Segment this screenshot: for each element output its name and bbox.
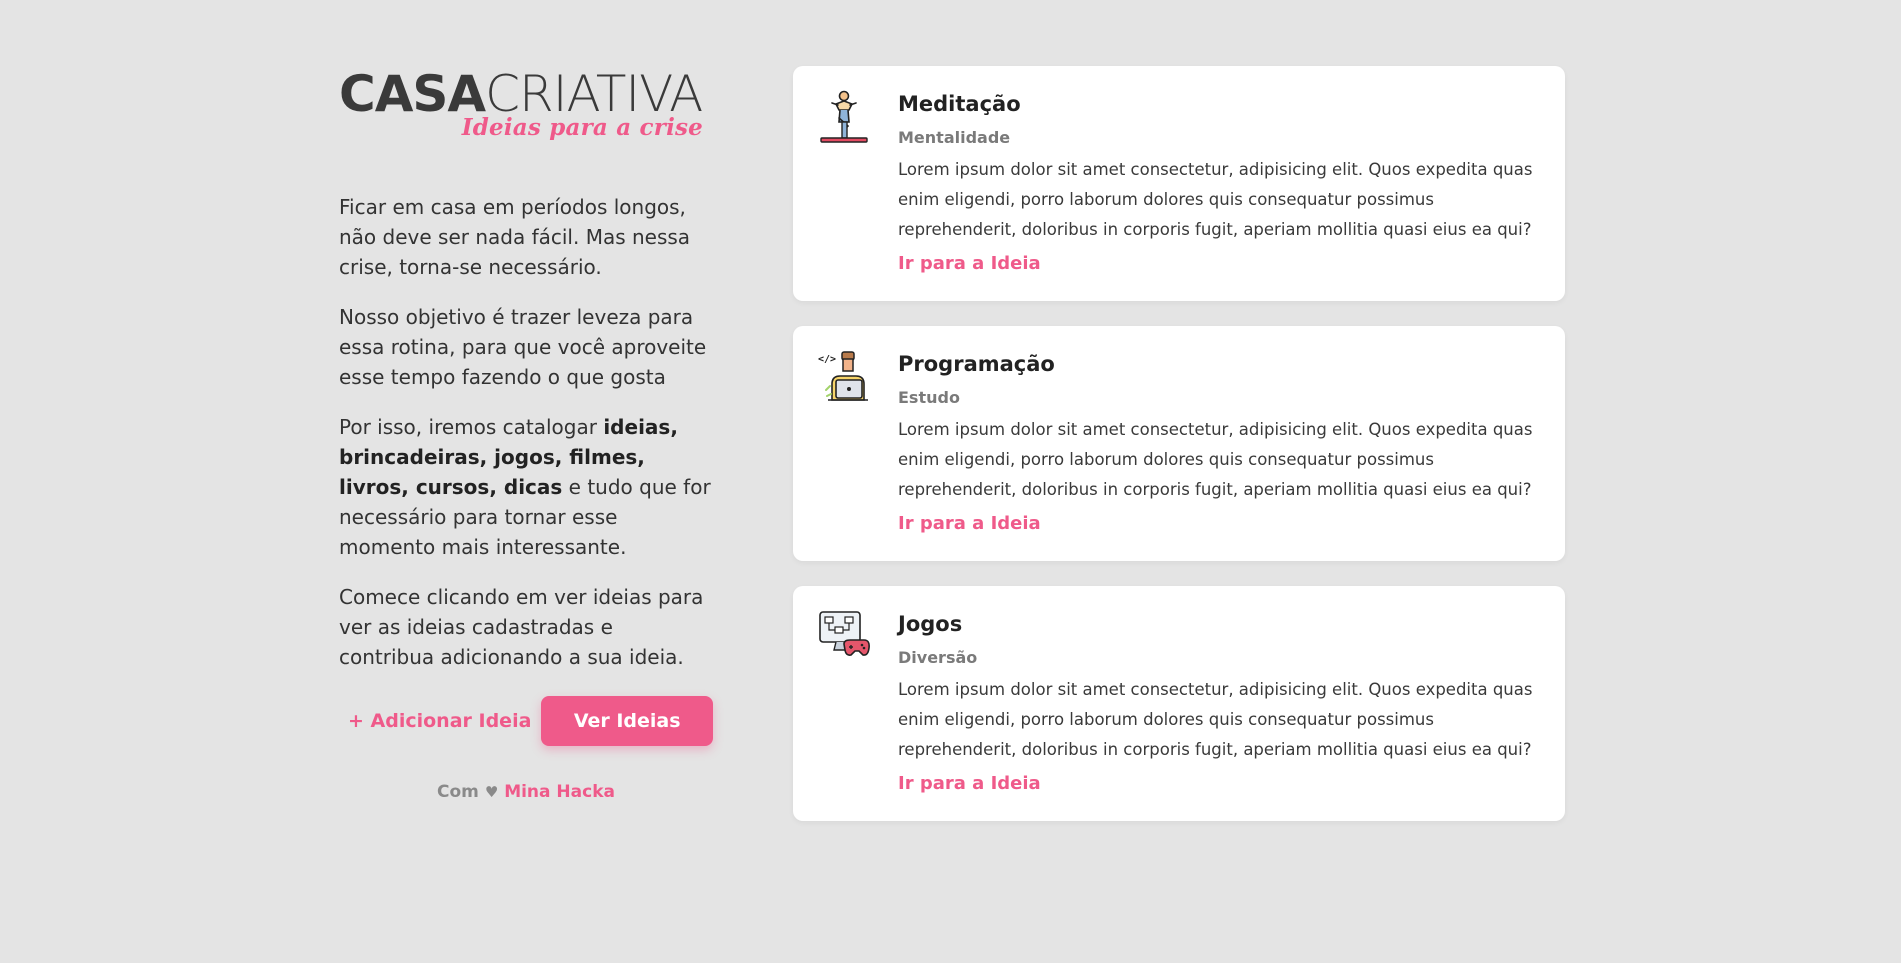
intro-p3-start: Por isso, iremos catalogar bbox=[339, 415, 604, 439]
page: CASACRIATIVA Ideias para a crise Ficar e… bbox=[0, 0, 1901, 963]
idea-category: Estudo bbox=[898, 388, 960, 407]
idea-card-body: Jogos Diversão Lorem ipsum dolor sit ame… bbox=[898, 609, 1538, 796]
idea-card: Jogos Diversão Lorem ipsum dolor sit ame… bbox=[793, 586, 1565, 821]
idea-title: Jogos bbox=[898, 612, 963, 636]
svg-text:</>: </> bbox=[818, 354, 836, 365]
game-monitor-icon bbox=[818, 610, 870, 666]
idea-title: Meditação bbox=[898, 92, 1021, 116]
idea-category: Diversão bbox=[898, 648, 978, 667]
idea-card-body: Programação Estudo Lorem ipsum dolor sit… bbox=[898, 349, 1538, 536]
heart-icon: ♥ bbox=[484, 783, 499, 801]
go-to-idea-link[interactable]: Ir para a Ideia bbox=[898, 252, 1041, 276]
idea-title: Programação bbox=[898, 352, 1055, 376]
go-to-idea-link[interactable]: Ir para a Ideia bbox=[898, 772, 1041, 796]
logo-tagline: Ideias para a crise bbox=[461, 114, 703, 141]
intro-paragraph-3: Por isso, iremos catalogar ideias, brinc… bbox=[339, 412, 713, 562]
idea-card: </> Programação Estudo Lorem ipsum dolor… bbox=[793, 326, 1565, 561]
ideas-list: Meditação Mentalidade Lorem ipsum dolor … bbox=[793, 66, 1565, 846]
idea-description: Lorem ipsum dolor sit amet consectetur, … bbox=[898, 420, 1533, 499]
idea-card: Meditação Mentalidade Lorem ipsum dolor … bbox=[793, 66, 1565, 301]
idea-description: Lorem ipsum dolor sit amet consectetur, … bbox=[898, 160, 1533, 239]
view-ideas-button[interactable]: Ver Ideias bbox=[541, 696, 713, 746]
meditation-icon bbox=[818, 90, 870, 146]
idea-card-body: Meditação Mentalidade Lorem ipsum dolor … bbox=[898, 89, 1538, 276]
author-link[interactable]: Mina Hacka bbox=[504, 782, 615, 802]
credit: Com ♥ Mina Hacka bbox=[339, 782, 713, 802]
go-to-idea-link[interactable]: Ir para a Ideia bbox=[898, 512, 1041, 536]
intro-text: Ficar em casa em períodos longos, não de… bbox=[339, 192, 713, 672]
intro-paragraph-4: Comece clicando em ver ideias para ver a… bbox=[339, 585, 704, 669]
logo: CASACRIATIVA Ideias para a crise bbox=[339, 66, 713, 148]
idea-category: Mentalidade bbox=[898, 128, 1011, 147]
intro-paragraph-2: Nosso objetivo é trazer leveza para essa… bbox=[339, 305, 707, 389]
idea-description: Lorem ipsum dolor sit amet consectetur, … bbox=[898, 680, 1533, 759]
programmer-icon: </> bbox=[818, 350, 870, 406]
add-idea-link[interactable]: + Adicionar Ideia bbox=[348, 710, 531, 732]
intro-column: CASACRIATIVA Ideias para a crise Ficar e… bbox=[339, 66, 713, 802]
credit-prefix: Com bbox=[437, 782, 479, 802]
intro-paragraph-1: Ficar em casa em períodos longos, não de… bbox=[339, 195, 691, 279]
actions: + Adicionar Ideia Ver Ideias bbox=[339, 696, 713, 746]
